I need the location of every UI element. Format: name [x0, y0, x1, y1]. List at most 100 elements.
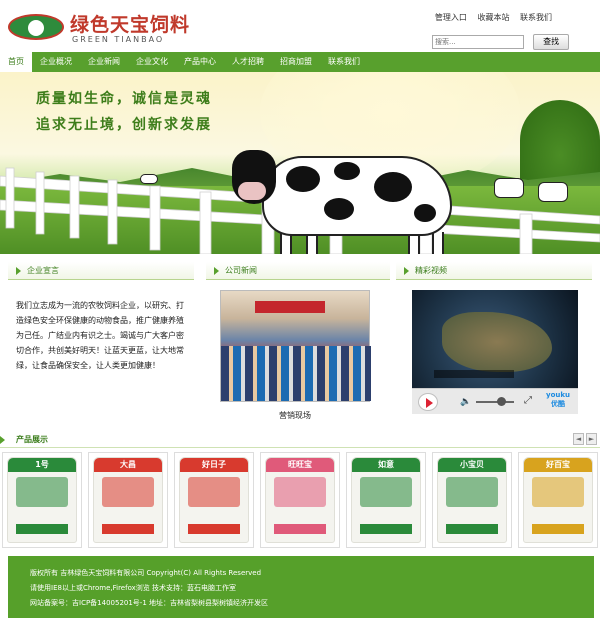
heading-arrow-icon	[0, 436, 5, 444]
product-graphic	[16, 477, 68, 507]
search-input[interactable]	[432, 34, 524, 49]
cow-spot	[414, 204, 436, 222]
product-card[interactable]: 好日子	[174, 452, 254, 548]
video-title: 精彩视频	[415, 266, 447, 275]
product-graphic	[274, 477, 326, 507]
product-card[interactable]: 好百宝	[518, 452, 598, 548]
product-graphic	[188, 477, 240, 507]
main-nav: 首页 企业概况 企业新闻 企业文化 产品中心 人才招聘 招商加盟 联系我们	[0, 52, 600, 72]
product-label: 大昌	[94, 458, 162, 472]
hero-banner: 质量如生命，诚信是灵魂 追求无止境，创新求发展	[0, 72, 600, 254]
video-section: 精彩视频 🔈 ⤢ youku 优酷	[396, 262, 592, 422]
contact-link[interactable]: 联系我们	[520, 13, 552, 22]
bookmark-link[interactable]: 收藏本站	[477, 13, 509, 22]
cow-leg	[432, 232, 444, 254]
product-bag: 旺旺宝	[265, 457, 335, 543]
news-photo[interactable]	[220, 290, 371, 402]
product-label: 1号	[8, 458, 76, 472]
banner-slogan-1: 质量如生命，诚信是灵魂	[36, 91, 212, 107]
news-title: 公司新闻	[225, 266, 257, 275]
news-section: 公司新闻 营销现场	[206, 262, 390, 422]
site-footer: 版权所有 吉林绿色天宝饲料有限公司 Copyright(C) All Right…	[8, 556, 594, 618]
news-caption[interactable]: 营销现场	[206, 410, 384, 421]
product-graphic	[532, 477, 584, 507]
video-controls: 🔈 ⤢ youku 优酷	[412, 388, 578, 414]
product-footer-band	[102, 524, 154, 534]
products-heading: 产品展示 ◄ ►	[0, 432, 600, 448]
news-heading: 公司新闻	[206, 262, 390, 280]
product-card[interactable]: 大昌	[88, 452, 168, 548]
nav-products[interactable]: 产品中心	[176, 52, 224, 72]
volume-icon[interactable]: 🔈	[460, 397, 471, 407]
cow-head	[232, 150, 276, 204]
about-title: 企业宣言	[27, 266, 59, 275]
heading-arrow-icon	[214, 266, 219, 275]
product-footer-band	[16, 524, 68, 534]
banner-slogan-2: 追求无止境，创新求发展	[36, 117, 212, 133]
product-card[interactable]: 旺旺宝	[260, 452, 340, 548]
product-footer-band	[532, 524, 584, 534]
nav-company-culture[interactable]: 企业文化	[128, 52, 176, 72]
product-card[interactable]: 如意	[346, 452, 426, 548]
video-heading: 精彩视频	[396, 262, 592, 280]
site-header: 绿色天宝饲料 GREEN TIANBAO 管理入口 收藏本站 联系我们 查找	[0, 0, 600, 52]
product-carousel: 1号 大昌 好日子 旺旺宝 如意 小宝贝 好百宝	[0, 452, 600, 548]
youku-brand[interactable]: youku 优酷	[546, 391, 570, 409]
product-bag: 1号	[7, 457, 77, 543]
products-next-button[interactable]: ►	[586, 433, 597, 445]
product-bag: 大昌	[93, 457, 163, 543]
about-heading: 企业宣言	[8, 262, 194, 280]
logo-name-en: GREEN TIANBAO	[72, 35, 165, 44]
product-footer-band	[274, 524, 326, 534]
products-title: 产品展示	[16, 435, 48, 444]
youku-brand-cn: 优酷	[551, 400, 565, 408]
product-label: 小宝贝	[438, 458, 506, 472]
product-card[interactable]: 小宝贝	[432, 452, 512, 548]
footer-browser-note: 请使用IE8以上或Chrome,Firefox浏览 技术支持：蓝石电脑工作室	[30, 584, 237, 592]
site-logo[interactable]: 绿色天宝饲料 GREEN TIANBAO	[8, 8, 189, 46]
volume-slider-knob[interactable]	[496, 397, 506, 406]
search-button[interactable]: 查找	[533, 33, 570, 50]
product-label: 好百宝	[524, 458, 592, 472]
fullscreen-icon[interactable]: ⤢	[524, 395, 532, 406]
product-bag: 好百宝	[523, 457, 593, 543]
nav-careers[interactable]: 人才招聘	[224, 52, 272, 72]
top-links: 管理入口 收藏本站 联系我们	[427, 12, 552, 23]
cow-spot	[324, 198, 354, 220]
nav-home[interactable]: 首页	[0, 52, 32, 72]
heading-arrow-icon	[404, 266, 409, 275]
heading-arrow-icon	[16, 266, 21, 275]
video-player-screen[interactable]	[412, 290, 578, 388]
nav-company-news[interactable]: 企业新闻	[80, 52, 128, 72]
logo-emblem-icon	[8, 14, 64, 40]
products-prev-button[interactable]: ◄	[573, 433, 584, 445]
play-icon[interactable]	[418, 393, 438, 411]
search-box: 查找	[432, 31, 570, 50]
video-caption-bar	[434, 370, 514, 378]
product-graphic	[360, 477, 412, 507]
photo-crowd	[221, 346, 371, 401]
about-text: 我们立志成为一流的农牧饲料企业，以研究、打造绿色安全环保健康的动物食品，推广健康…	[16, 301, 184, 370]
nav-franchise[interactable]: 招商加盟	[272, 52, 320, 72]
product-label: 如意	[352, 458, 420, 472]
nav-company-overview[interactable]: 企业概况	[32, 52, 80, 72]
admin-link[interactable]: 管理入口	[435, 13, 467, 22]
product-label: 旺旺宝	[266, 458, 334, 472]
product-graphic	[446, 477, 498, 507]
product-graphic	[102, 477, 154, 507]
about-section: 企业宣言 我们立志成为一流的农牧饲料企业，以研究、打造绿色安全环保健康的动物食品…	[8, 262, 194, 422]
product-footer-band	[446, 524, 498, 534]
product-label: 好日子	[180, 458, 248, 472]
product-bag: 好日子	[179, 457, 249, 543]
product-bag: 如意	[351, 457, 421, 543]
video-map-frame	[442, 312, 552, 372]
product-bag: 小宝贝	[437, 457, 507, 543]
cow-spot	[286, 166, 320, 192]
banner-cow	[232, 136, 462, 254]
nav-contact[interactable]: 联系我们	[320, 52, 368, 72]
product-card[interactable]: 1号	[2, 452, 82, 548]
cow-body	[262, 156, 452, 236]
volume-slider[interactable]	[476, 401, 514, 403]
footer-copyright: 版权所有 吉林绿色天宝饲料有限公司 Copyright(C) All Right…	[30, 569, 262, 577]
youku-brand-latin: youku	[546, 391, 570, 399]
